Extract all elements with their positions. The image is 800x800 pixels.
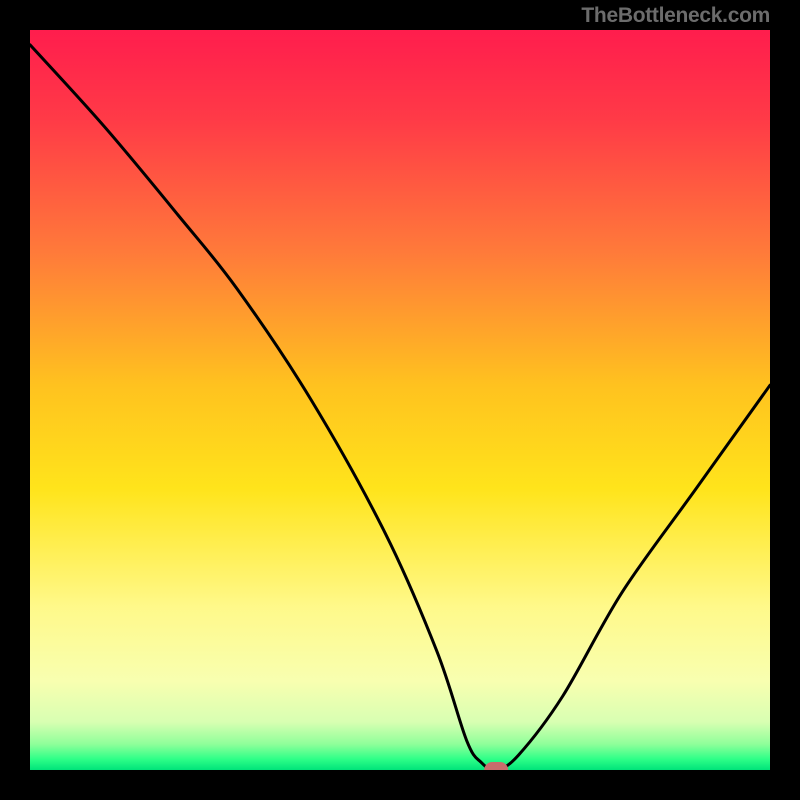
chart-frame: TheBottleneck.com (0, 0, 800, 800)
gradient-background (30, 30, 770, 770)
attribution-watermark: TheBottleneck.com (581, 4, 770, 28)
bottleneck-chart (30, 30, 770, 770)
plot-area (30, 30, 770, 770)
